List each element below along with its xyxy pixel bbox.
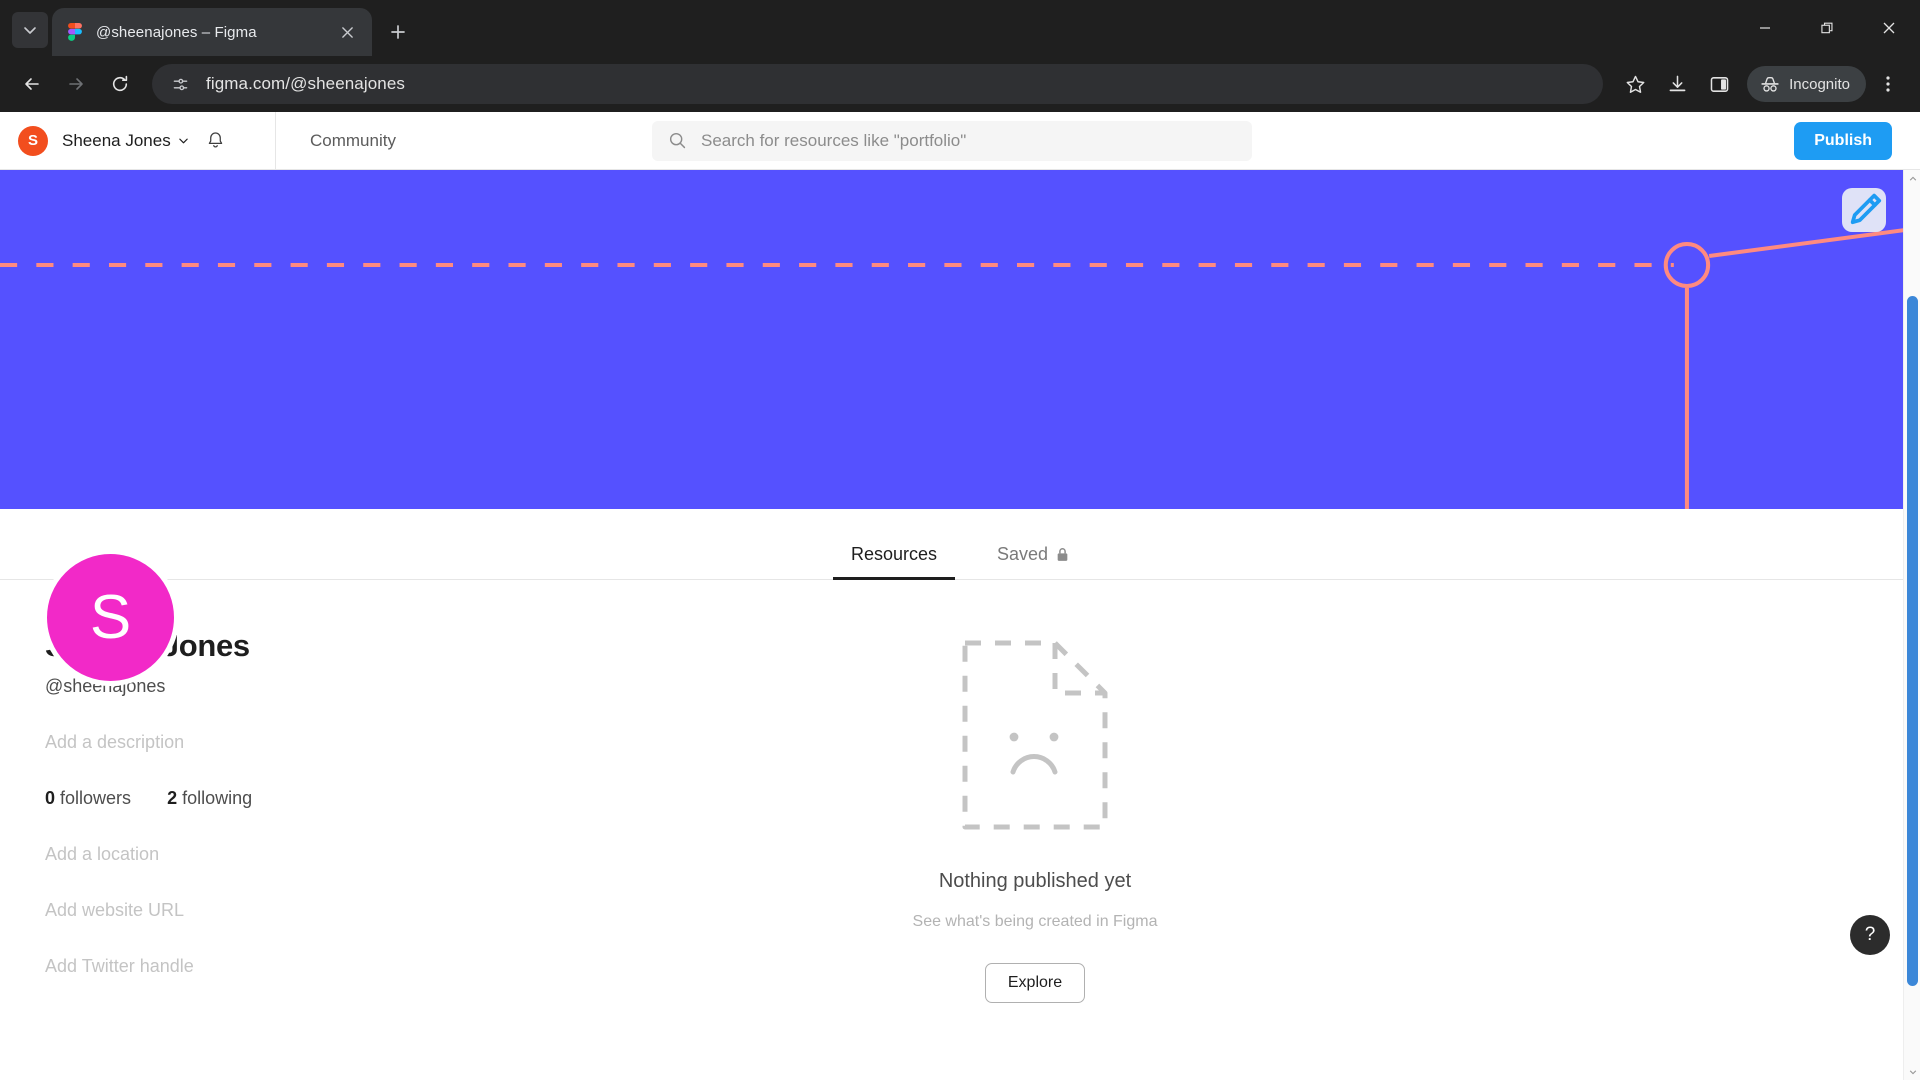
banner-arrow-shape [1578, 270, 1920, 509]
chevron-down-icon [178, 138, 188, 144]
window-minimize-button[interactable] [1734, 0, 1796, 56]
side-panel-icon [1710, 76, 1728, 92]
empty-state-subtitle: See what's being created in Figma [912, 913, 1158, 930]
page-scrollbar[interactable] [1903, 170, 1920, 1080]
chevron-down-icon [24, 27, 36, 34]
download-icon [1669, 75, 1686, 91]
incognito-label: Incognito [1789, 75, 1850, 93]
search-placeholder: Search for resources like "portfolio" [701, 130, 967, 150]
window-controls [1734, 0, 1920, 56]
side-panel-button[interactable] [1699, 64, 1739, 104]
forward-arrow-icon [69, 78, 83, 90]
tab-saved[interactable]: Saved [967, 544, 1099, 579]
tab-resources[interactable]: Resources [821, 544, 967, 580]
back-arrow-icon [25, 78, 39, 90]
figma-logo-icon [68, 23, 86, 41]
nav-user-name: Sheena Jones [62, 130, 171, 150]
nav-user-menu[interactable]: Sheena Jones [62, 131, 189, 151]
browser-menu-button[interactable] [1868, 64, 1908, 104]
toolbar-actions: Incognito [1615, 64, 1908, 104]
browser-toolbar: figma.com/@sheenajones Incognito [0, 56, 1920, 112]
bookmark-button[interactable] [1615, 64, 1655, 104]
empty-state: Nothing published yet See what's being c… [150, 640, 1920, 1003]
chevron-down-icon [1909, 1069, 1916, 1074]
new-tab-button[interactable] [380, 14, 416, 50]
figma-top-nav: S Sheena Jones Community Search for reso… [0, 112, 1920, 170]
nav-community-link[interactable]: Community [276, 131, 396, 151]
browser-tab[interactable]: @sheenajones – Figma [52, 8, 372, 56]
profile-content: Sheena Jones @sheenajones Add a descript… [0, 580, 1920, 1003]
profile-avatar[interactable]: S [42, 549, 179, 686]
incognito-hat-icon [1761, 76, 1779, 92]
forward-button[interactable] [56, 64, 96, 104]
explore-button[interactable]: Explore [984, 963, 1086, 1003]
plus-icon [391, 25, 405, 39]
reload-icon [112, 75, 128, 92]
profile-banner[interactable] [0, 170, 1920, 509]
browser-window: @sheenajones – Figma figma.com/@sheenajo… [0, 0, 1920, 1080]
search-input[interactable]: Search for resources like "portfolio" [652, 120, 1252, 161]
help-button[interactable]: ? [1850, 915, 1890, 955]
address-bar-url: figma.com/@sheenajones [206, 74, 406, 93]
downloads-button[interactable] [1657, 64, 1697, 104]
search-icon [669, 132, 686, 149]
tab-close-icon[interactable] [334, 19, 360, 45]
scrollbar-down-arrow[interactable] [1904, 1063, 1920, 1080]
back-button[interactable] [12, 64, 52, 104]
scrollbar-up-arrow[interactable] [1904, 170, 1920, 187]
chevron-up-icon [1909, 176, 1916, 181]
edit-pencil-icon [1850, 193, 1882, 225]
tab-resources-label: Resources [850, 544, 937, 564]
window-close-button[interactable] [1858, 0, 1920, 56]
empty-state-title: Nothing published yet [938, 870, 1132, 892]
profile-tabs: Resources Saved [0, 509, 1920, 580]
followers-count: 0 [45, 788, 56, 808]
tab-saved-label: Saved [997, 544, 1049, 564]
browser-tab-title: @sheenajones – Figma [96, 23, 257, 41]
window-restore-button[interactable] [1796, 0, 1858, 56]
close-icon [1883, 22, 1895, 34]
nav-avatar[interactable]: S [18, 125, 48, 156]
notifications-button[interactable] [203, 128, 229, 154]
browser-tab-strip: @sheenajones – Figma [0, 0, 1920, 56]
scrollbar-thumb[interactable] [1907, 296, 1918, 986]
incognito-indicator[interactable]: Incognito [1747, 66, 1866, 102]
address-bar[interactable]: figma.com/@sheenajones [152, 64, 1604, 104]
tab-search-button[interactable] [12, 12, 48, 48]
sad-document-icon [962, 640, 1108, 830]
reload-button[interactable] [100, 64, 140, 104]
followers-stat[interactable]: 0 followers [45, 788, 131, 809]
lock-icon [1057, 548, 1068, 561]
edit-banner-button[interactable] [1842, 188, 1886, 232]
restore-icon [1820, 22, 1833, 33]
site-settings-icon[interactable] [166, 70, 194, 98]
page-viewport: S Sheena Jones Community Search for reso… [0, 112, 1920, 1080]
nav-user-section: S Sheena Jones [0, 112, 276, 169]
minimize-icon [1760, 27, 1770, 29]
followers-label: followers [60, 788, 132, 808]
publish-button[interactable]: Publish [1794, 121, 1892, 160]
bell-icon [208, 132, 223, 148]
star-icon [1626, 75, 1645, 93]
three-dot-menu-icon [1886, 76, 1890, 92]
